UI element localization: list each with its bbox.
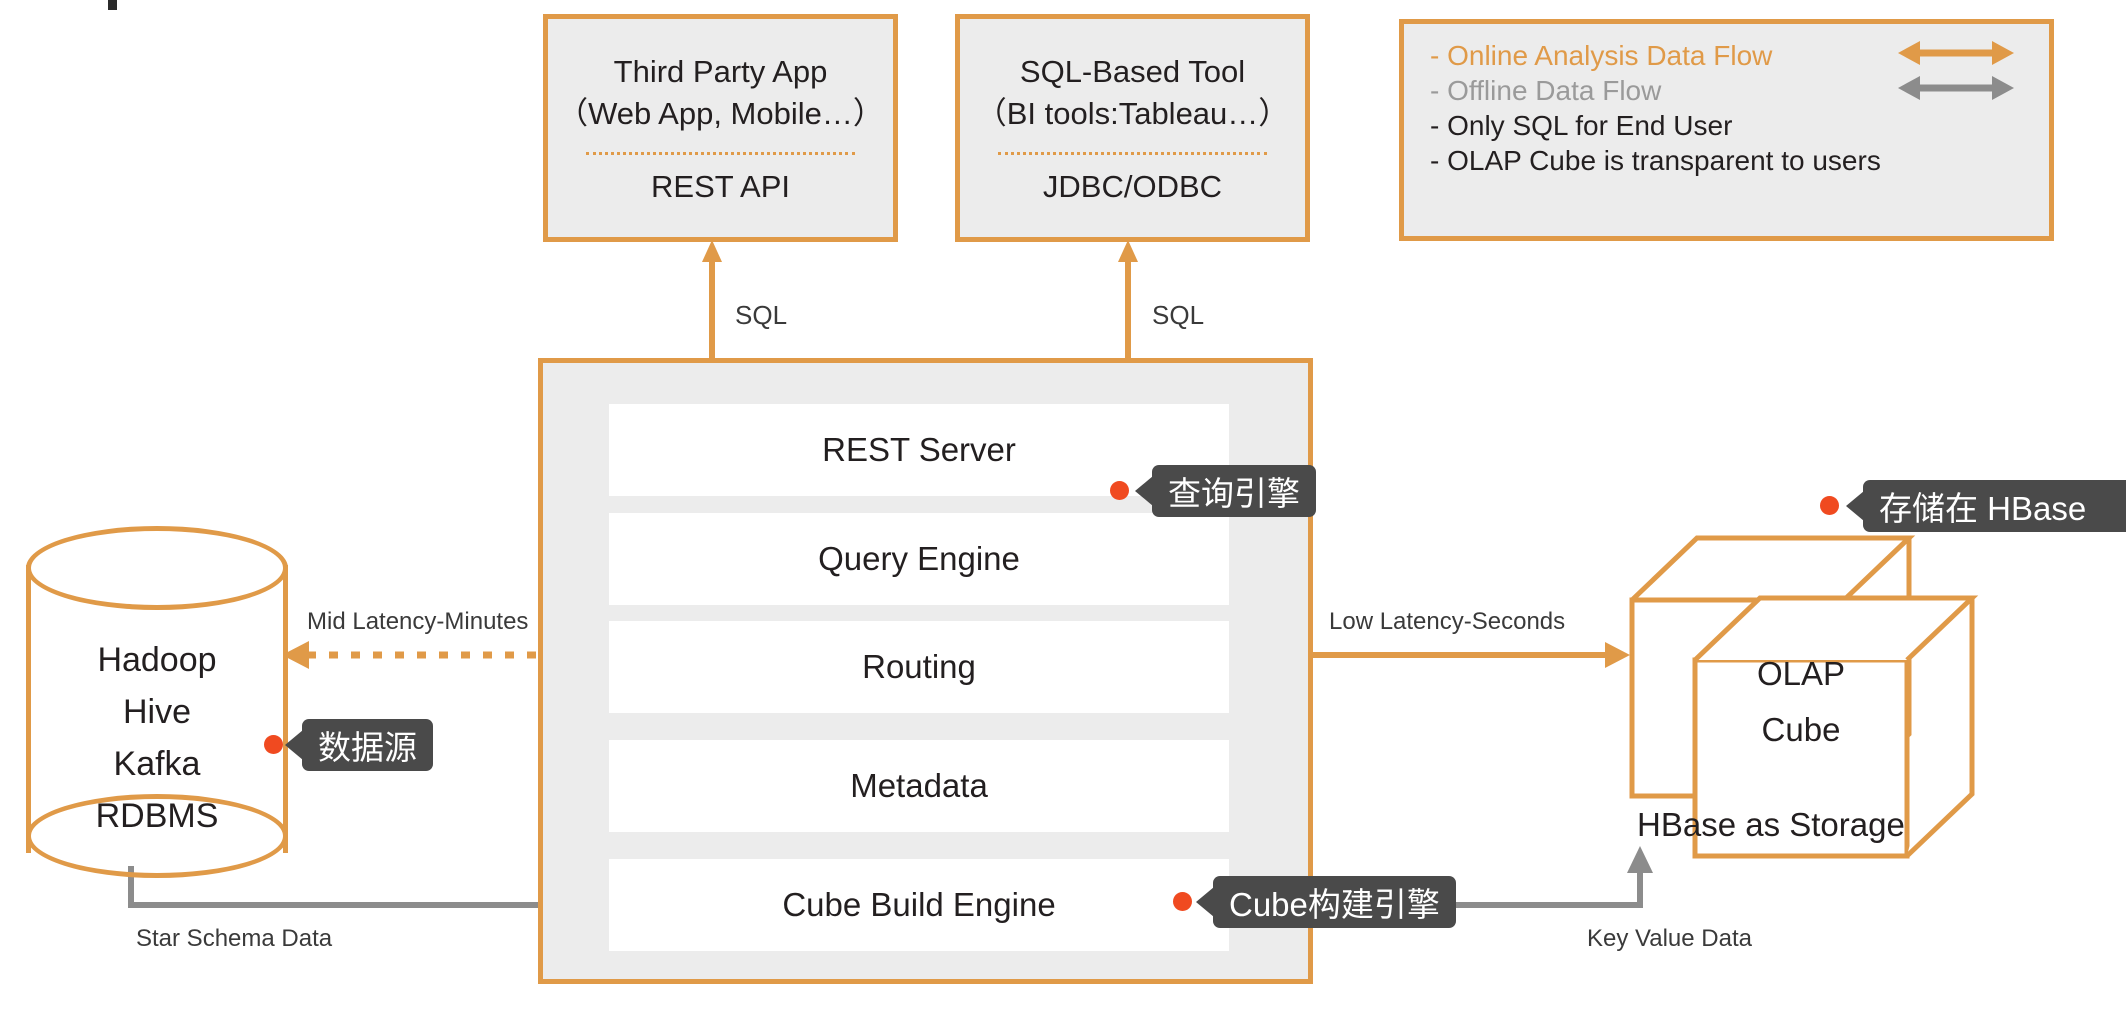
kylin-architecture-diagram: Third Party App （Web App, Mobile…） REST … bbox=[0, 0, 2126, 1014]
layer-label: Query Engine bbox=[818, 540, 1020, 578]
legend-item-only-sql: - Only SQL for End User bbox=[1404, 108, 2049, 143]
hbase-storage-caption: HBase as Storage bbox=[1637, 806, 1905, 844]
layer-query-engine[interactable]: Query Engine bbox=[609, 513, 1229, 605]
legend-label: - Online Analysis Data Flow bbox=[1430, 40, 1772, 72]
legend-label: - Only SQL for End User bbox=[1430, 110, 1732, 142]
data-source-text: Hadoop Hive Kafka RDBMS bbox=[26, 634, 288, 842]
layer-label: Metadata bbox=[850, 767, 988, 805]
layer-label: REST Server bbox=[822, 431, 1016, 469]
edge-label-mid-latency: Mid Latency-Minutes bbox=[307, 608, 528, 636]
cropped-text-artifact bbox=[108, 0, 117, 10]
annotation-hbase-storage[interactable]: 存储在 HBase bbox=[1863, 480, 2126, 532]
client-box-third-party-app[interactable]: Third Party App （Web App, Mobile…） REST … bbox=[543, 14, 898, 242]
annotation-cube-build-engine[interactable]: Cube构建引擎 bbox=[1213, 876, 1456, 928]
annotation-dot-cube-build-engine bbox=[1173, 892, 1192, 911]
layer-label: Cube Build Engine bbox=[782, 886, 1055, 924]
divider-dotted bbox=[586, 152, 855, 155]
layer-label: Routing bbox=[862, 648, 976, 686]
divider-dotted bbox=[998, 152, 1267, 155]
client-title: SQL-Based Tool （BI tools:Tableau…） bbox=[976, 51, 1290, 135]
client-title: Third Party App （Web App, Mobile…） bbox=[557, 51, 884, 135]
legend-box: - Online Analysis Data Flow - Offline Da… bbox=[1399, 19, 2054, 241]
layer-metadata[interactable]: Metadata bbox=[609, 740, 1229, 832]
annotation-data-source[interactable]: 数据源 bbox=[302, 719, 433, 771]
layer-cube-build-engine[interactable]: Cube Build Engine bbox=[609, 859, 1229, 951]
annotation-dot-data-source bbox=[264, 735, 283, 754]
annotation-text: 数据源 bbox=[318, 721, 417, 769]
annotation-dot-hbase-storage bbox=[1820, 496, 1839, 515]
edge-label-key-value: Key Value Data bbox=[1587, 925, 1752, 953]
data-source-line: Hive bbox=[26, 686, 288, 738]
olap-cube-label-line: Cube bbox=[1695, 702, 1907, 758]
client-protocol-label: REST API bbox=[651, 169, 790, 205]
olap-cube-label: OLAP Cube bbox=[1695, 646, 1907, 758]
layer-routing[interactable]: Routing bbox=[609, 621, 1229, 713]
double-arrow-gray-icon bbox=[1896, 73, 2016, 108]
edge-label-sql-left: SQL bbox=[735, 300, 787, 331]
legend-item-olap-transparent: - OLAP Cube is transparent to users bbox=[1404, 143, 2049, 178]
legend-label: - Offline Data Flow bbox=[1430, 75, 1661, 107]
data-source-cylinder-top bbox=[26, 526, 288, 610]
data-source-line: Hadoop bbox=[26, 634, 288, 686]
legend-label: - OLAP Cube is transparent to users bbox=[1430, 145, 1881, 177]
annotation-query-engine[interactable]: 查询引擎 bbox=[1152, 465, 1316, 517]
legend-item-offline: - Offline Data Flow bbox=[1404, 73, 2049, 108]
data-source-line: Kafka bbox=[26, 738, 288, 790]
annotation-text: 查询引擎 bbox=[1168, 467, 1300, 515]
annotation-text: 存储在 HBase bbox=[1879, 482, 2086, 530]
edge-label-low-latency: Low Latency-Seconds bbox=[1329, 608, 1565, 636]
edge-label-sql-right: SQL bbox=[1152, 300, 1204, 331]
annotation-text: Cube构建引擎 bbox=[1229, 878, 1440, 926]
annotation-dot-query-engine bbox=[1110, 481, 1129, 500]
data-source-line: RDBMS bbox=[26, 790, 288, 842]
client-protocol-label: JDBC/ODBC bbox=[1043, 169, 1222, 205]
legend-item-online-analysis: - Online Analysis Data Flow bbox=[1404, 38, 2049, 73]
double-arrow-orange-icon bbox=[1896, 38, 2016, 73]
edge-label-star-schema: Star Schema Data bbox=[136, 925, 332, 953]
olap-cube-label-line: OLAP bbox=[1695, 646, 1907, 702]
client-box-sql-based-tool[interactable]: SQL-Based Tool （BI tools:Tableau…） JDBC/… bbox=[955, 14, 1310, 242]
